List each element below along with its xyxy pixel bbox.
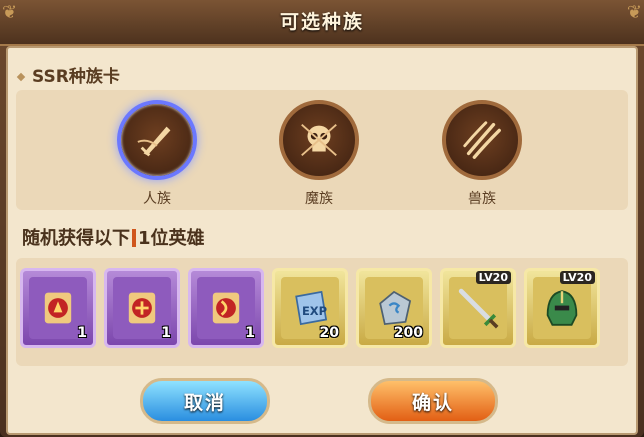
reward-count: 200 [393, 325, 423, 341]
helmet-icon [546, 290, 578, 326]
reward-note: 随机获得以下 1位英雄 [22, 228, 205, 249]
sword-icon [137, 126, 171, 157]
red-rune-scroll-icon [44, 292, 72, 324]
reward-card[interactable]: 200 [356, 268, 432, 348]
reward-card[interactable]: LV20 [440, 268, 516, 348]
corner-ornament-icon: ❦ [626, 2, 642, 23]
dialog-title: 可选种族 [279, 11, 364, 33]
race-label: 兽族 [468, 191, 496, 207]
reward-card[interactable]: 1 [188, 268, 264, 348]
skull-icon [301, 123, 337, 157]
race-option-beast[interactable]: 兽族 [442, 100, 522, 210]
red-rune-scroll-icon [128, 292, 156, 324]
reward-count: 1 [161, 325, 171, 341]
level-badge: LV20 [475, 271, 511, 284]
cancel-button[interactable]: 取消 [140, 378, 270, 424]
race-option-demon[interactable]: 魔族 [279, 100, 359, 210]
divider-bar [132, 229, 136, 247]
claw-icon [463, 121, 501, 159]
red-rune-scroll-icon [212, 292, 240, 324]
reward-count: 20 [319, 325, 339, 341]
reward-card[interactable]: LV20 [524, 268, 600, 348]
reward-count: 1 [245, 325, 255, 341]
sword-icon [458, 288, 499, 329]
corner-ornament-icon: ❦ [2, 2, 18, 23]
race-label: 人族 [143, 191, 171, 207]
level-badge: LV20 [559, 271, 595, 284]
reward-card[interactable]: 1 [20, 268, 96, 348]
race-label: 魔族 [305, 191, 333, 207]
section-title: SSR种族卡 [16, 62, 120, 87]
diamond-bullet-icon [16, 72, 26, 82]
reward-count: 1 [77, 325, 87, 341]
reward-card[interactable]: 1 [104, 268, 180, 348]
confirm-button[interactable]: 确认 [368, 378, 498, 424]
svg-text:EXP: EXP [302, 304, 327, 318]
reward-card[interactable]: EXP 20 [272, 268, 348, 348]
race-option-human[interactable]: 人族 [117, 100, 197, 210]
